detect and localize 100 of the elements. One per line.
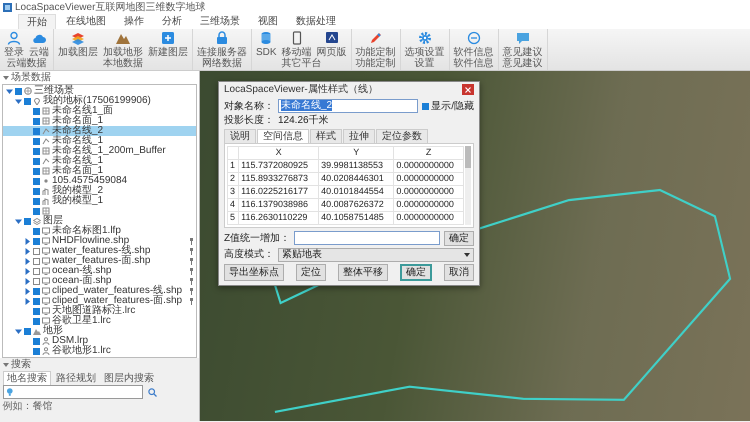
z-offset-field[interactable] <box>294 231 440 245</box>
dialog-tab[interactable]: 样式 <box>310 129 342 143</box>
dialog-button[interactable]: 定位 <box>296 264 326 281</box>
tree-item[interactable]: 我的模型_2 <box>3 186 196 196</box>
pin-icon[interactable] <box>189 278 194 284</box>
dialog-button[interactable]: 取消 <box>444 264 474 281</box>
tree-item[interactable]: 未命名线_2 <box>3 126 196 136</box>
collapse-caret-icon[interactable] <box>3 362 9 368</box>
checkbox[interactable] <box>33 138 40 144</box>
ribbon-tab[interactable]: 操作 <box>116 14 152 29</box>
checkbox[interactable] <box>33 228 40 234</box>
tree-item[interactable]: ocean-线.shp <box>3 266 196 276</box>
ribbon-button[interactable]: 软件信息 <box>452 31 496 58</box>
ribbon-button[interactable]: 加载图层 <box>56 31 100 58</box>
checkbox[interactable] <box>33 108 40 114</box>
expanded-caret-icon[interactable] <box>15 328 22 334</box>
tree-item[interactable]: 未命名面_1 <box>3 166 196 176</box>
checkbox[interactable] <box>33 248 40 254</box>
tree-item[interactable]: ocean-面.shp <box>3 276 196 286</box>
tree-item[interactable]: 我的模型_1 <box>3 196 196 206</box>
dialog-button[interactable]: 确定 <box>400 264 432 281</box>
ribbon-button[interactable]: 新建图层 <box>146 31 190 58</box>
close-button[interactable] <box>462 84 474 95</box>
tree-item[interactable]: 未命名线_1 <box>3 136 196 146</box>
tree-item[interactable]: 未命名线1_面 <box>3 106 196 116</box>
ribbon-tab[interactable]: 视图 <box>250 14 286 29</box>
checkbox[interactable] <box>33 278 40 284</box>
checkbox[interactable] <box>24 328 31 334</box>
collapsed-caret-icon[interactable] <box>24 278 31 284</box>
checkbox[interactable] <box>15 88 22 94</box>
checkbox[interactable] <box>33 258 40 264</box>
checkbox[interactable] <box>33 188 40 194</box>
pin-icon[interactable] <box>189 238 194 244</box>
checkbox[interactable] <box>33 338 40 344</box>
checkbox[interactable] <box>33 118 40 124</box>
expanded-caret-icon[interactable] <box>6 88 13 94</box>
checkbox[interactable] <box>33 148 40 154</box>
tree-item[interactable]: water_features-面.shp <box>3 256 196 266</box>
tree-item[interactable]: 三维场景 <box>3 86 196 96</box>
checkbox[interactable] <box>33 198 40 204</box>
pin-icon[interactable] <box>189 288 194 294</box>
ribbon-tab[interactable]: 数据处理 <box>288 14 344 29</box>
checkbox[interactable] <box>33 298 40 304</box>
tree-item[interactable]: 105.4575459084 <box>3 176 196 186</box>
ribbon-button[interactable]: 移动端 <box>280 31 314 58</box>
ribbon-button[interactable]: 登录 <box>2 31 26 58</box>
tree-item[interactable]: 我的地标(17506199906) <box>3 96 196 106</box>
tree-item[interactable]: cliped_water_features-面.shp <box>3 296 196 306</box>
tree-item[interactable]: 天地图道路标注.lrc <box>3 306 196 316</box>
search-tab[interactable]: 地名搜索 <box>3 371 51 385</box>
checkbox[interactable] <box>33 268 40 274</box>
collapsed-caret-icon[interactable] <box>24 258 31 264</box>
checkbox[interactable] <box>422 102 429 110</box>
name-field[interactable]: 未命名线_2 <box>278 99 418 113</box>
tree-item[interactable]: NHDFlowline.shp <box>3 236 196 246</box>
scrollbar[interactable] <box>465 146 471 225</box>
collapsed-caret-icon[interactable] <box>24 298 31 304</box>
search-tab[interactable]: 路径规划 <box>53 371 99 385</box>
dialog-tab[interactable]: 空间信息 <box>257 129 309 143</box>
ribbon-tab[interactable]: 在线地图 <box>58 14 114 29</box>
checkbox[interactable] <box>33 288 40 294</box>
tree-item[interactable]: 未命名面_1 <box>3 116 196 126</box>
dialog-tab[interactable]: 拉伸 <box>343 129 375 143</box>
collapsed-caret-icon[interactable] <box>24 288 31 294</box>
tree-item[interactable]: water_features-线.shp <box>3 246 196 256</box>
search-tab[interactable]: 图层内搜索 <box>101 371 157 385</box>
pin-icon[interactable] <box>189 268 194 274</box>
checkbox[interactable] <box>33 158 40 164</box>
dialog-tab[interactable]: 说明 <box>224 129 256 143</box>
dialog-tab[interactable]: 定位参数 <box>376 129 428 143</box>
ribbon-button[interactable]: 加载地形 <box>101 31 145 58</box>
pin-icon[interactable] <box>189 248 194 254</box>
pin-icon[interactable] <box>189 258 194 264</box>
checkbox[interactable] <box>33 168 40 174</box>
search-field[interactable] <box>2 385 142 399</box>
ribbon-button[interactable]: 意见建议 <box>500 31 545 58</box>
height-mode-select[interactable]: 紧贴地表 <box>278 248 474 262</box>
tree-item[interactable]: 谷歌卫星1.lrc <box>3 316 196 326</box>
checkbox[interactable] <box>33 348 40 354</box>
ribbon-tab[interactable]: 三维场景 <box>192 14 248 29</box>
tree-item[interactable]: 地形 <box>3 326 196 336</box>
expanded-caret-icon[interactable] <box>15 218 22 224</box>
tree-item[interactable]: 图层 <box>3 216 196 226</box>
expanded-caret-icon[interactable] <box>15 98 22 104</box>
collapse-caret-icon[interactable] <box>3 74 9 80</box>
ribbon-button[interactable]: 网页版 <box>314 31 349 58</box>
tree-item[interactable]: 谷歌地形1.lrc <box>3 346 196 356</box>
tree-item[interactable]: cliped_water_features-线.shp <box>3 286 196 296</box>
dialog-button[interactable]: 导出坐标点 <box>224 264 284 281</box>
ribbon-button[interactable]: 选项设置 <box>402 31 447 58</box>
ribbon-tab[interactable]: 开始 <box>18 14 56 29</box>
ribbon-button[interactable]: SDK <box>254 31 279 58</box>
tree-item[interactable]: 未命名标图1.lfp <box>3 226 196 236</box>
pin-icon[interactable] <box>189 298 194 304</box>
tree-item[interactable]: 未命名线_1_200m_Buffer <box>3 146 196 156</box>
checkbox[interactable] <box>33 318 40 324</box>
tree-item[interactable]: 未命名线_1 <box>3 156 196 166</box>
ribbon-tab[interactable]: 分析 <box>154 14 190 29</box>
collapsed-caret-icon[interactable] <box>24 238 31 244</box>
collapsed-caret-icon[interactable] <box>24 248 31 254</box>
